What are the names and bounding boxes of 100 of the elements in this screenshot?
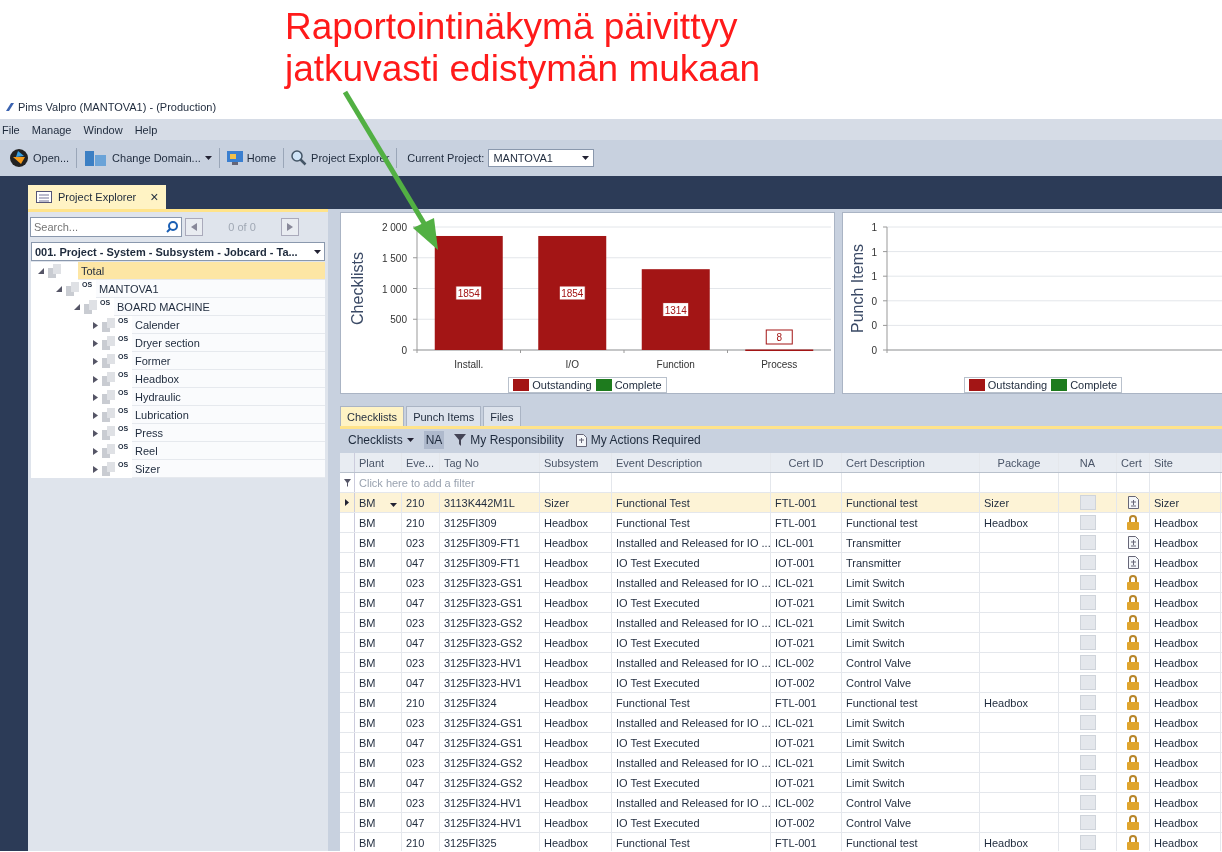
table-cell: IO Test Executed — [616, 596, 700, 609]
table-row[interactable]: BM 047 3125FI309-FT1 Headbox IO Test Executed IOT-001 Transmitter Headbox — [340, 553, 1222, 573]
expand-toggle[interactable] — [90, 374, 100, 384]
table-row[interactable]: BM 023 3125FI323-HV1 Headbox Installed and Released for IO ... ICL-002 Control Valve Headbox — [340, 653, 1222, 673]
table-cell: Headbox — [1154, 816, 1199, 829]
checkbox[interactable] — [1079, 635, 1096, 650]
tree-item[interactable]: Calender — [132, 316, 325, 334]
project-dropdown[interactable]: MANTOVA1 — [488, 149, 595, 167]
checkbox[interactable] — [1079, 735, 1096, 750]
tree-item[interactable]: Dryer section — [132, 334, 325, 352]
tree-item[interactable]: Former — [132, 352, 325, 370]
table-row[interactable]: BM 023 3125FI324-HV1 Headbox Installed and Released for IO ... ICL-002 Control Valve Headbox — [340, 793, 1222, 813]
toolbar-button[interactable]: My Actions Required — [573, 431, 703, 449]
checkbox[interactable] — [1079, 575, 1096, 590]
column-header[interactable]: Package — [997, 456, 1041, 469]
menu-item[interactable]: Window — [77, 123, 129, 136]
table-cell: Transmitter — [846, 536, 902, 549]
expand-toggle[interactable] — [90, 392, 100, 402]
table-cell: Limit Switch — [846, 636, 905, 649]
column-header[interactable]: Cert — [1121, 456, 1142, 469]
toolbar-button[interactable]: Home — [223, 149, 280, 167]
checkbox[interactable] — [1079, 555, 1096, 570]
checkbox[interactable] — [1079, 815, 1096, 830]
checkbox[interactable] — [1079, 775, 1096, 790]
collapse-toggle[interactable] — [54, 284, 64, 294]
tree-item[interactable]: Total — [78, 262, 325, 280]
table-row[interactable]: BM 210 3113K442M1L Sizer Functional Test FTL-001 Functional test Sizer Sizer — [340, 493, 1222, 513]
expand-toggle[interactable] — [90, 464, 100, 474]
table-row[interactable]: BM 047 3125FI324-GS2 Headbox IO Test Executed IOT-021 Limit Switch Headbox — [340, 773, 1222, 793]
checkbox[interactable] — [1079, 675, 1096, 690]
column-header[interactable]: Site — [1154, 456, 1173, 469]
tree-item[interactable]: Hydraulic — [132, 388, 325, 406]
menu-item[interactable]: File — [0, 123, 26, 136]
checkbox[interactable] — [1079, 795, 1096, 810]
collapse-toggle[interactable] — [36, 266, 46, 276]
menu-item[interactable]: Help — [128, 123, 164, 136]
table-row[interactable]: BM 047 3125FI323-GS1 Headbox IO Test Executed IOT-021 Limit Switch Headbox — [340, 593, 1222, 613]
column-header[interactable]: Cert ID — [788, 456, 824, 469]
toolbar-button[interactable]: Change Domain... — [81, 147, 215, 169]
checkbox[interactable] — [1079, 755, 1096, 770]
next-button[interactable] — [281, 218, 299, 236]
previous-button[interactable] — [185, 218, 203, 236]
table-row[interactable]: BM 210 3125FI309 Headbox Functional Test FTL-001 Functional test Headbox Headbox — [340, 513, 1222, 533]
checklists-menu[interactable]: Checklists — [346, 431, 416, 449]
table-row[interactable]: BM 047 3125FI323-HV1 Headbox IO Test Executed IOT-002 Control Valve Headbox — [340, 673, 1222, 693]
checkbox[interactable] — [1079, 695, 1096, 710]
table-cell: FTL-001 — [775, 836, 817, 849]
expand-toggle[interactable] — [90, 320, 100, 330]
checkbox[interactable] — [1079, 615, 1096, 630]
tab[interactable]: Checklists — [340, 406, 405, 426]
tree-item[interactable]: BOARD MACHINE — [114, 298, 325, 316]
tree-item[interactable]: Press — [132, 424, 325, 442]
expand-toggle[interactable] — [90, 446, 100, 456]
column-header[interactable]: Event Description — [616, 456, 703, 469]
menu-item[interactable]: Manage — [25, 123, 78, 136]
table-row[interactable]: BM 023 3125FI324-GS2 Headbox Installed and Released for IO ... ICL-021 Limit Switch Headbox — [340, 753, 1222, 773]
checkbox[interactable] — [1079, 715, 1096, 730]
column-header[interactable]: Cert Description — [846, 456, 925, 469]
tree-item[interactable]: Lubrication — [132, 406, 325, 424]
column-header[interactable]: Plant — [359, 456, 385, 469]
expand-toggle[interactable] — [90, 356, 100, 366]
tree-item[interactable]: Reel — [132, 442, 325, 460]
table-cell: IOT-002 — [775, 816, 815, 829]
toolbar-button[interactable]: My Responsibility — [452, 431, 566, 449]
toggle-button[interactable]: NA — [423, 431, 445, 449]
table-row[interactable]: BM 047 3125FI324-HV1 Headbox IO Test Executed IOT-002 Control Valve Headbox — [340, 813, 1222, 833]
expand-toggle[interactable] — [90, 410, 100, 420]
close-button[interactable]: × — [150, 189, 159, 205]
column-header[interactable]: Tag No — [444, 456, 479, 469]
toolbar-button[interactable]: Open... — [6, 146, 73, 170]
table-row[interactable]: BM 023 3125FI323-GS2 Headbox Installed and Released for IO ... ICL-021 Limit Switch Headbox — [340, 613, 1222, 633]
column-header[interactable]: NA — [1079, 456, 1096, 469]
tree-item[interactable]: Headbox — [132, 370, 325, 388]
checkbox[interactable] — [1079, 495, 1096, 510]
column-header[interactable]: Eve... — [406, 456, 435, 469]
checkbox[interactable] — [1079, 515, 1096, 530]
collapse-toggle[interactable] — [72, 302, 82, 312]
search-field[interactable]: Search... — [31, 218, 181, 236]
table-row[interactable]: BM 023 3125FI309-FT1 Headbox Installed and Released for IO ... ICL-001 Transmitter Headbox — [340, 533, 1222, 553]
table-row[interactable]: BM 023 3125FI323-GS1 Headbox Installed and Released for IO ... ICL-021 Limit Switch Headbox — [340, 573, 1222, 593]
tab[interactable]: Files — [483, 406, 521, 426]
table-row[interactable]: BM 210 3125FI324 Headbox Functional Test FTL-001 Functional test Headbox Headbox — [340, 693, 1222, 713]
expand-toggle[interactable] — [90, 338, 100, 348]
checkbox[interactable] — [1079, 835, 1096, 850]
table-cell: FTL-001 — [775, 496, 817, 509]
table-row[interactable]: BM 047 3125FI323-GS2 Headbox IO Test Executed IOT-021 Limit Switch Headbox — [340, 633, 1222, 653]
table-row[interactable]: BM 023 3125FI324-GS1 Headbox Installed and Released for IO ... ICL-021 Limit Switch Headbox — [340, 713, 1222, 733]
checkbox[interactable] — [1079, 595, 1096, 610]
table-cell: Headbox — [544, 576, 589, 589]
document-tab[interactable]: Project Explorer × — [28, 185, 167, 209]
column-header[interactable]: Subsystem — [544, 456, 599, 469]
view-dropdown[interactable]: 001. Project - System - Subsystem - Jobcard - Ta... — [31, 242, 325, 261]
checkbox[interactable] — [1079, 655, 1096, 670]
checkbox[interactable] — [1079, 535, 1096, 550]
tab[interactable]: Punch Items — [406, 406, 482, 426]
tree-item[interactable]: MANTOVA1 — [96, 280, 325, 298]
table-row[interactable]: BM 047 3125FI324-GS1 Headbox IO Test Executed IOT-021 Limit Switch Headbox — [340, 733, 1222, 753]
expand-toggle[interactable] — [90, 428, 100, 438]
tree-item[interactable]: Sizer — [132, 460, 325, 478]
table-row[interactable]: BM 210 3125FI325 Headbox Functional Test FTL-001 Functional test Headbox Headbox — [340, 833, 1222, 851]
